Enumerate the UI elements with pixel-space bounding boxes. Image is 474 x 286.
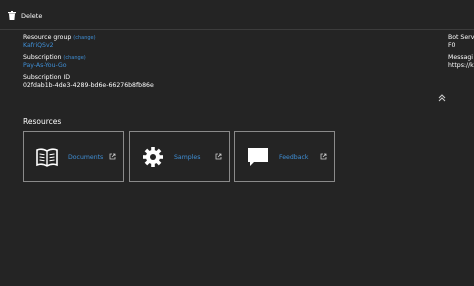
subscription-id-field: Subscription ID 02fdab1b-4de3-4289-bd6e-… bbox=[23, 74, 423, 94]
resource-group-label: Resource group bbox=[23, 34, 72, 41]
command-bar: Delete bbox=[0, 0, 474, 30]
subscription-id-value: 02fdab1b-4de3-4289-bd6e-66276b8fb86e bbox=[23, 82, 154, 89]
messaging-value: https://k bbox=[448, 62, 474, 69]
essentials-panel: Resource group (change) KafriQSv2 Subscr… bbox=[23, 34, 423, 94]
feedback-label: Feedback bbox=[279, 154, 309, 161]
gear-icon bbox=[143, 147, 163, 167]
subscription-change-link[interactable]: change bbox=[65, 55, 83, 61]
bot-service-label: Bot Servi bbox=[448, 34, 474, 41]
samples-label: Samples bbox=[174, 154, 201, 161]
feedback-tile[interactable]: Feedback bbox=[234, 131, 335, 182]
external-link-icon bbox=[109, 153, 116, 160]
resource-group-change-link[interactable]: change bbox=[75, 35, 93, 41]
delete-button[interactable]: Delete bbox=[8, 11, 42, 20]
resource-group-value[interactable]: KafriQSv2 bbox=[23, 42, 423, 50]
subscription-id-label: Subscription ID bbox=[23, 74, 71, 81]
documents-label: Documents bbox=[68, 154, 104, 161]
external-link-icon bbox=[320, 153, 327, 160]
double-chevron-up-icon[interactable] bbox=[438, 94, 446, 102]
subscription-label: Subscription bbox=[23, 54, 62, 61]
speech-bubble-icon bbox=[248, 148, 268, 166]
resource-group-field: Resource group (change) KafriQSv2 bbox=[23, 34, 423, 54]
bot-service-value: F0 bbox=[448, 42, 456, 49]
external-link-icon bbox=[215, 153, 222, 160]
essentials-right-column: Bot Servi F0 Messagi https://k bbox=[448, 34, 474, 70]
subscription-value[interactable]: Pay-As-You-Go bbox=[23, 62, 423, 70]
subscription-field: Subscription (change) Pay-As-You-Go bbox=[23, 54, 423, 74]
book-icon bbox=[36, 148, 58, 167]
samples-tile[interactable]: Samples bbox=[129, 131, 230, 182]
resources-heading: Resources bbox=[23, 117, 62, 126]
messaging-label: Messagi bbox=[448, 54, 474, 61]
delete-label: Delete bbox=[21, 11, 43, 20]
documents-tile[interactable]: Documents bbox=[23, 131, 124, 182]
trash-icon bbox=[8, 11, 16, 20]
